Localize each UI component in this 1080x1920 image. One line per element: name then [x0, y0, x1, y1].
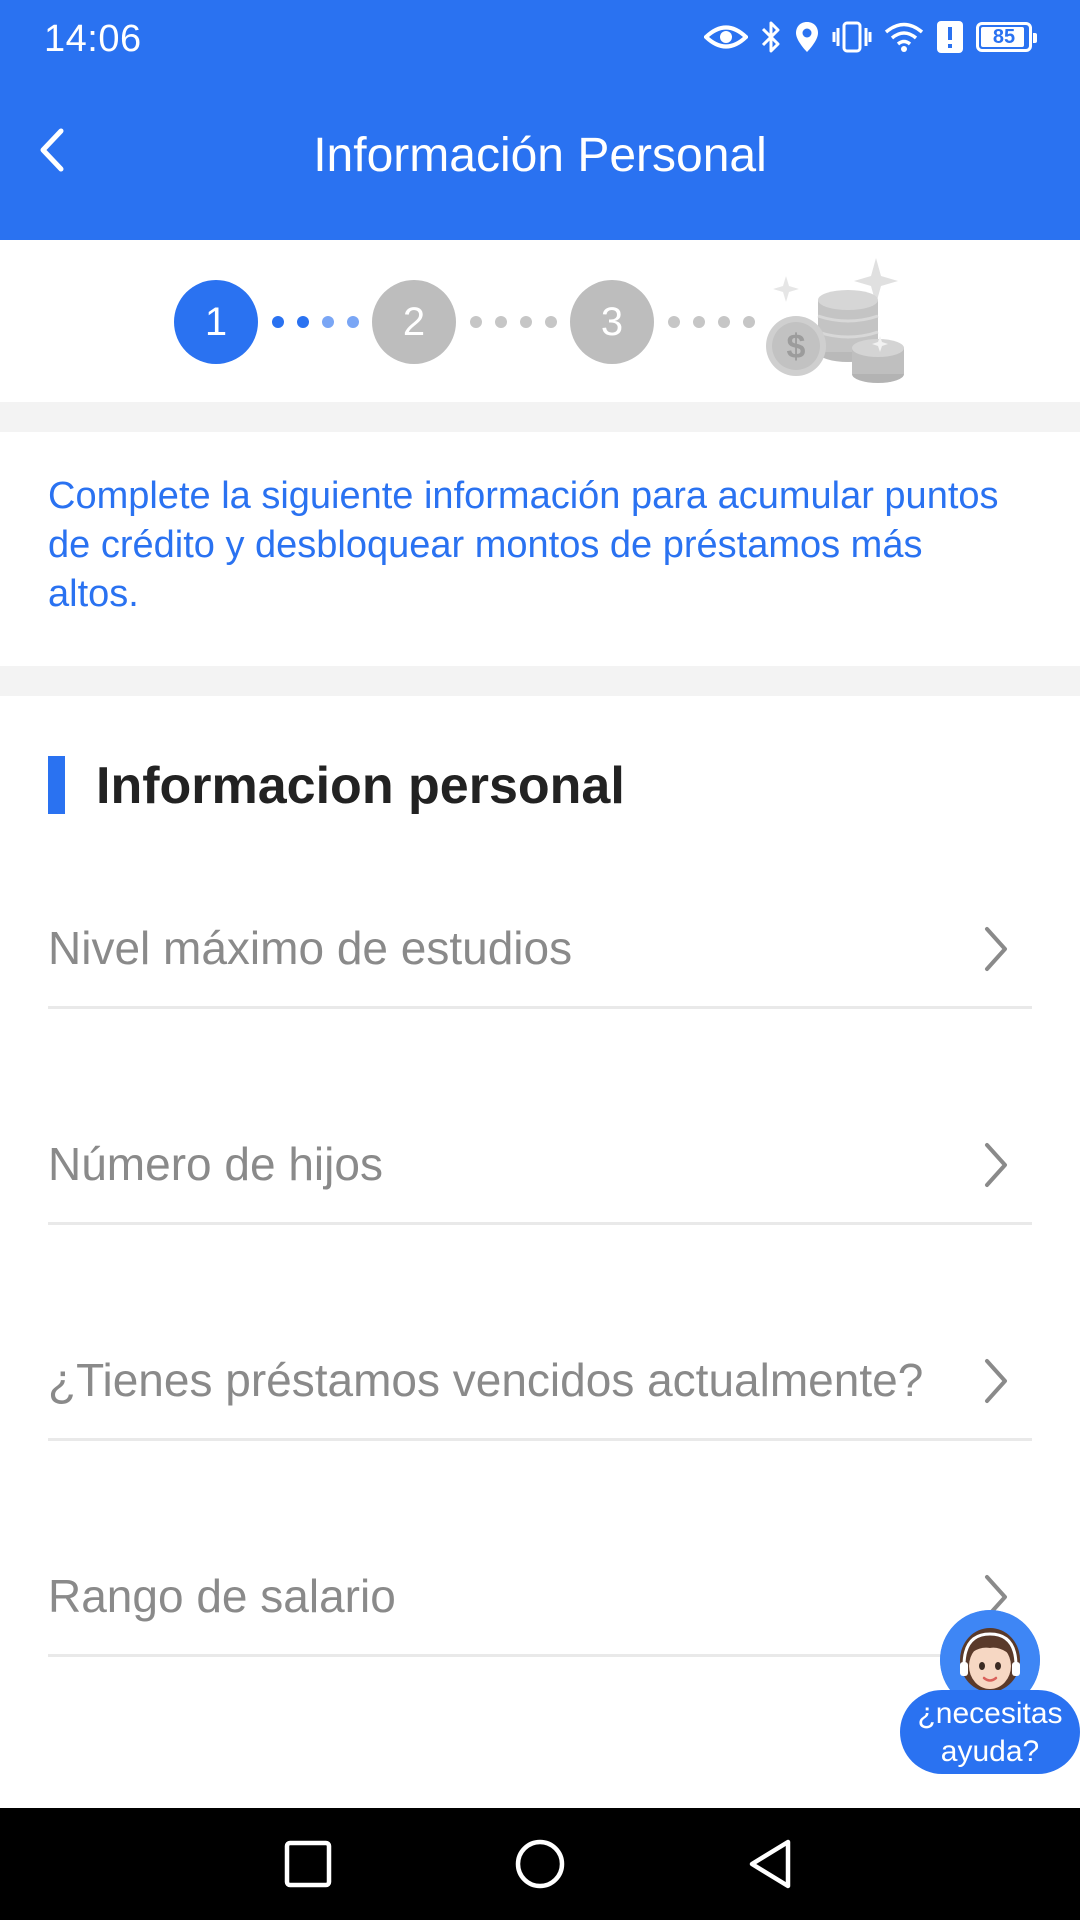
section-accent-bar	[48, 756, 65, 814]
section-title: Informacion personal	[96, 757, 625, 815]
field-label: ¿Tienes préstamos vencidos actualmente?	[48, 1354, 924, 1406]
step-2-indicator: 2	[372, 280, 456, 364]
battery-level: 85	[992, 25, 1016, 48]
page-title: Información Personal	[313, 129, 767, 182]
coins-icon: $	[766, 258, 904, 383]
back-icon[interactable]	[742, 1834, 802, 1894]
status-icons: 85	[704, 16, 1038, 58]
step-3-indicator: 3	[570, 280, 654, 364]
help-line-1: ¿necesitas	[917, 1697, 1063, 1730]
overdue-loans-field[interactable]: ¿Tienes préstamos vencidos actualmente?	[48, 1325, 1032, 1441]
svg-text:$: $	[787, 328, 806, 366]
field-label: Rango de salario	[48, 1570, 396, 1622]
chevron-right-icon	[985, 1143, 1007, 1187]
eye-icon	[704, 25, 748, 49]
step-connector-1	[272, 316, 359, 328]
step-connector-3	[668, 316, 755, 328]
section-divider	[0, 666, 1080, 696]
chevron-right-icon	[985, 927, 1007, 971]
status-time: 14:06	[44, 18, 142, 60]
education-level-field[interactable]: Nivel máximo de estudios	[48, 893, 1032, 1009]
vibrate-icon	[832, 21, 872, 53]
battery-icon: 85	[976, 22, 1037, 52]
step-connector-2	[470, 316, 557, 328]
status-bar: 14:06 85	[0, 0, 1080, 76]
intro-text: Complete la siguiente información para a…	[48, 475, 999, 615]
salary-range-field[interactable]: Rango de salario	[48, 1541, 1032, 1657]
help-bubble[interactable]: ¿necesitas ayuda?	[900, 1690, 1080, 1774]
help-chat-button[interactable]: ¿necesitas ayuda?	[900, 1610, 1080, 1778]
app-header: Información Personal	[0, 76, 1080, 240]
home-icon[interactable]	[510, 1834, 570, 1894]
help-line-2: ayuda?	[940, 1735, 1040, 1768]
alert-icon	[937, 21, 963, 53]
step-1-indicator: 1	[174, 280, 258, 364]
location-icon	[796, 22, 818, 52]
system-nav-bar	[0, 1808, 1080, 1920]
children-count-field[interactable]: Número de hijos	[48, 1109, 1032, 1225]
field-label: Nivel máximo de estudios	[48, 922, 573, 974]
wifi-icon	[884, 22, 924, 52]
field-label: Número de hijos	[48, 1138, 383, 1190]
recent-apps-icon[interactable]	[278, 1834, 338, 1894]
chevron-right-icon	[985, 1359, 1007, 1403]
section-divider	[0, 402, 1080, 432]
battery-tip	[1033, 33, 1037, 43]
progress-stepper: 1 2 3 $	[0, 240, 1080, 402]
bluetooth-icon	[761, 21, 780, 53]
